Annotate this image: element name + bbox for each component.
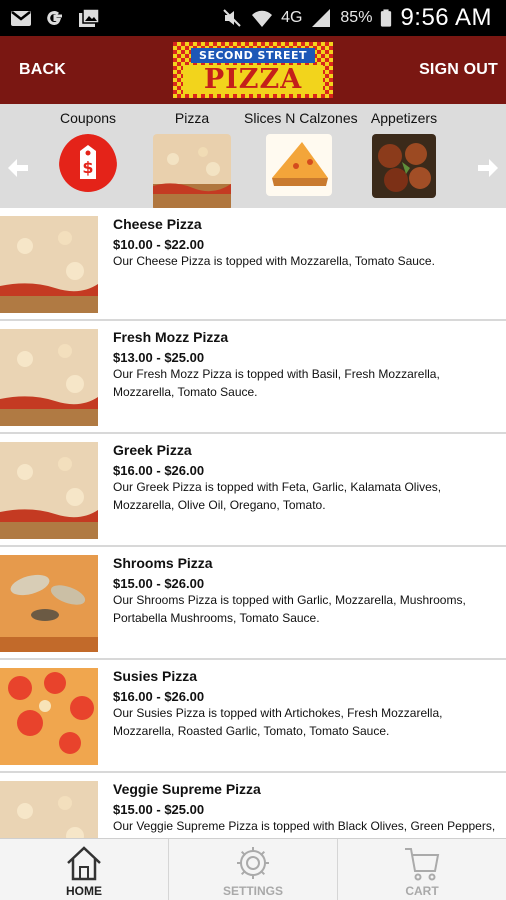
gear-icon bbox=[237, 847, 269, 879]
category-label: Coupons bbox=[59, 110, 117, 126]
bottom-nav: HOME SETTINGS CART bbox=[0, 838, 506, 900]
category-label: Pizza bbox=[174, 110, 210, 126]
brand-logo: SECOND STREET PIZZA bbox=[173, 42, 333, 98]
google-icon bbox=[47, 11, 62, 25]
pizza-photo bbox=[0, 216, 98, 313]
item-description: Our Greek Pizza is topped with Feta, Gar… bbox=[113, 480, 442, 512]
battery-percent: 85% bbox=[340, 9, 373, 26]
menu-item-cheese-pizza[interactable]: Cheese Pizza $10.00 - $22.00 Our Cheese … bbox=[0, 208, 506, 321]
home-icon bbox=[67, 846, 101, 881]
tab-label: HOME bbox=[66, 884, 102, 898]
signal-icon bbox=[312, 9, 331, 27]
item-name: Fresh Mozz Pizza bbox=[113, 329, 229, 345]
wifi-icon bbox=[252, 10, 273, 27]
pizza-thumb bbox=[153, 134, 231, 211]
menu-item-shrooms-pizza[interactable]: Shrooms Pizza $15.00 - $26.00 Our Shroom… bbox=[0, 547, 506, 660]
item-name: Cheese Pizza bbox=[113, 216, 202, 232]
menu-list: Cheese Pizza $10.00 - $22.00 Our Cheese … bbox=[0, 208, 506, 838]
slice-thumb bbox=[266, 134, 332, 196]
item-name: Greek Pizza bbox=[113, 442, 192, 458]
category-appetizers[interactable]: Appetizers bbox=[368, 110, 440, 203]
menu-item-susies-pizza[interactable]: Susies Pizza $16.00 - $26.00 Our Susies … bbox=[0, 660, 506, 773]
category-coupons[interactable]: Coupons $ bbox=[58, 110, 118, 202]
cart-icon bbox=[405, 848, 440, 881]
svg-text:$: $ bbox=[82, 158, 93, 177]
tab-label: CART bbox=[405, 884, 439, 898]
price-tag-icon: $ bbox=[59, 134, 117, 197]
tab-cart[interactable]: CART bbox=[338, 839, 506, 900]
status-bar: 4G 85% 9:56 AM bbox=[0, 0, 506, 36]
item-name: Shrooms Pizza bbox=[113, 555, 213, 571]
network-type: 4G bbox=[281, 9, 303, 26]
tab-settings[interactable]: SETTINGS bbox=[169, 839, 338, 900]
item-price: $13.00 - $25.00 bbox=[113, 350, 205, 365]
tab-home[interactable]: HOME bbox=[0, 839, 169, 900]
pizza-photo bbox=[0, 442, 98, 539]
app-header: BACK SECOND STREET PIZZA SIGN OUT bbox=[0, 36, 506, 104]
item-description: Our Shrooms Pizza is topped with Garlic,… bbox=[113, 593, 466, 625]
appetizer-thumb bbox=[372, 134, 436, 198]
back-button[interactable]: BACK bbox=[19, 61, 66, 79]
category-pizza[interactable]: Pizza bbox=[151, 110, 233, 216]
pizza-photo bbox=[0, 555, 98, 652]
item-description: Our Fresh Mozz Pizza is topped with Basi… bbox=[113, 367, 440, 399]
gmail-icon bbox=[11, 11, 31, 26]
pizza-photo bbox=[0, 668, 98, 765]
item-price: $16.00 - $26.00 bbox=[113, 689, 205, 704]
pizza-photo bbox=[0, 781, 98, 838]
item-description: Our Susies Pizza is topped with Artichok… bbox=[113, 706, 443, 738]
category-slices-n-calzones[interactable]: Slices N Calzones bbox=[244, 110, 358, 201]
logo-title: PIZZA bbox=[203, 64, 303, 95]
category-label: Appetizers bbox=[370, 110, 438, 126]
menu-item-greek-pizza[interactable]: Greek Pizza $16.00 - $26.00 Our Greek Pi… bbox=[0, 434, 506, 547]
pizza-photo bbox=[0, 329, 98, 426]
item-name: Veggie Supreme Pizza bbox=[113, 781, 261, 797]
item-price: $10.00 - $22.00 bbox=[113, 237, 205, 252]
mute-icon bbox=[223, 9, 241, 27]
category-carousel: Coupons $ Pizza Slices N Calzones Appeti… bbox=[0, 104, 506, 211]
tab-label: SETTINGS bbox=[222, 884, 283, 898]
item-price: $15.00 - $25.00 bbox=[113, 802, 205, 817]
item-price: $15.00 - $26.00 bbox=[113, 576, 205, 591]
clock: 9:56 AM bbox=[400, 4, 492, 31]
category-label: Slices N Calzones bbox=[244, 110, 358, 126]
menu-item-veggie-supreme-pizza[interactable]: Veggie Supreme Pizza $15.00 - $25.00 Our… bbox=[0, 773, 506, 838]
sign-out-button[interactable]: SIGN OUT bbox=[419, 61, 498, 79]
item-description: Our Veggie Supreme Pizza is topped with … bbox=[113, 819, 496, 833]
item-description: Our Cheese Pizza is topped with Mozzarel… bbox=[113, 254, 435, 268]
battery-icon bbox=[381, 9, 392, 27]
item-name: Susies Pizza bbox=[113, 668, 198, 684]
photos-icon bbox=[79, 8, 100, 27]
menu-item-fresh-mozz-pizza[interactable]: Fresh Mozz Pizza $13.00 - $25.00 Our Fre… bbox=[0, 321, 506, 434]
item-price: $16.00 - $26.00 bbox=[113, 463, 205, 478]
arrow-right-icon[interactable] bbox=[476, 156, 500, 180]
arrow-left-icon[interactable] bbox=[6, 156, 30, 180]
logo-subtitle: SECOND STREET bbox=[199, 49, 307, 62]
